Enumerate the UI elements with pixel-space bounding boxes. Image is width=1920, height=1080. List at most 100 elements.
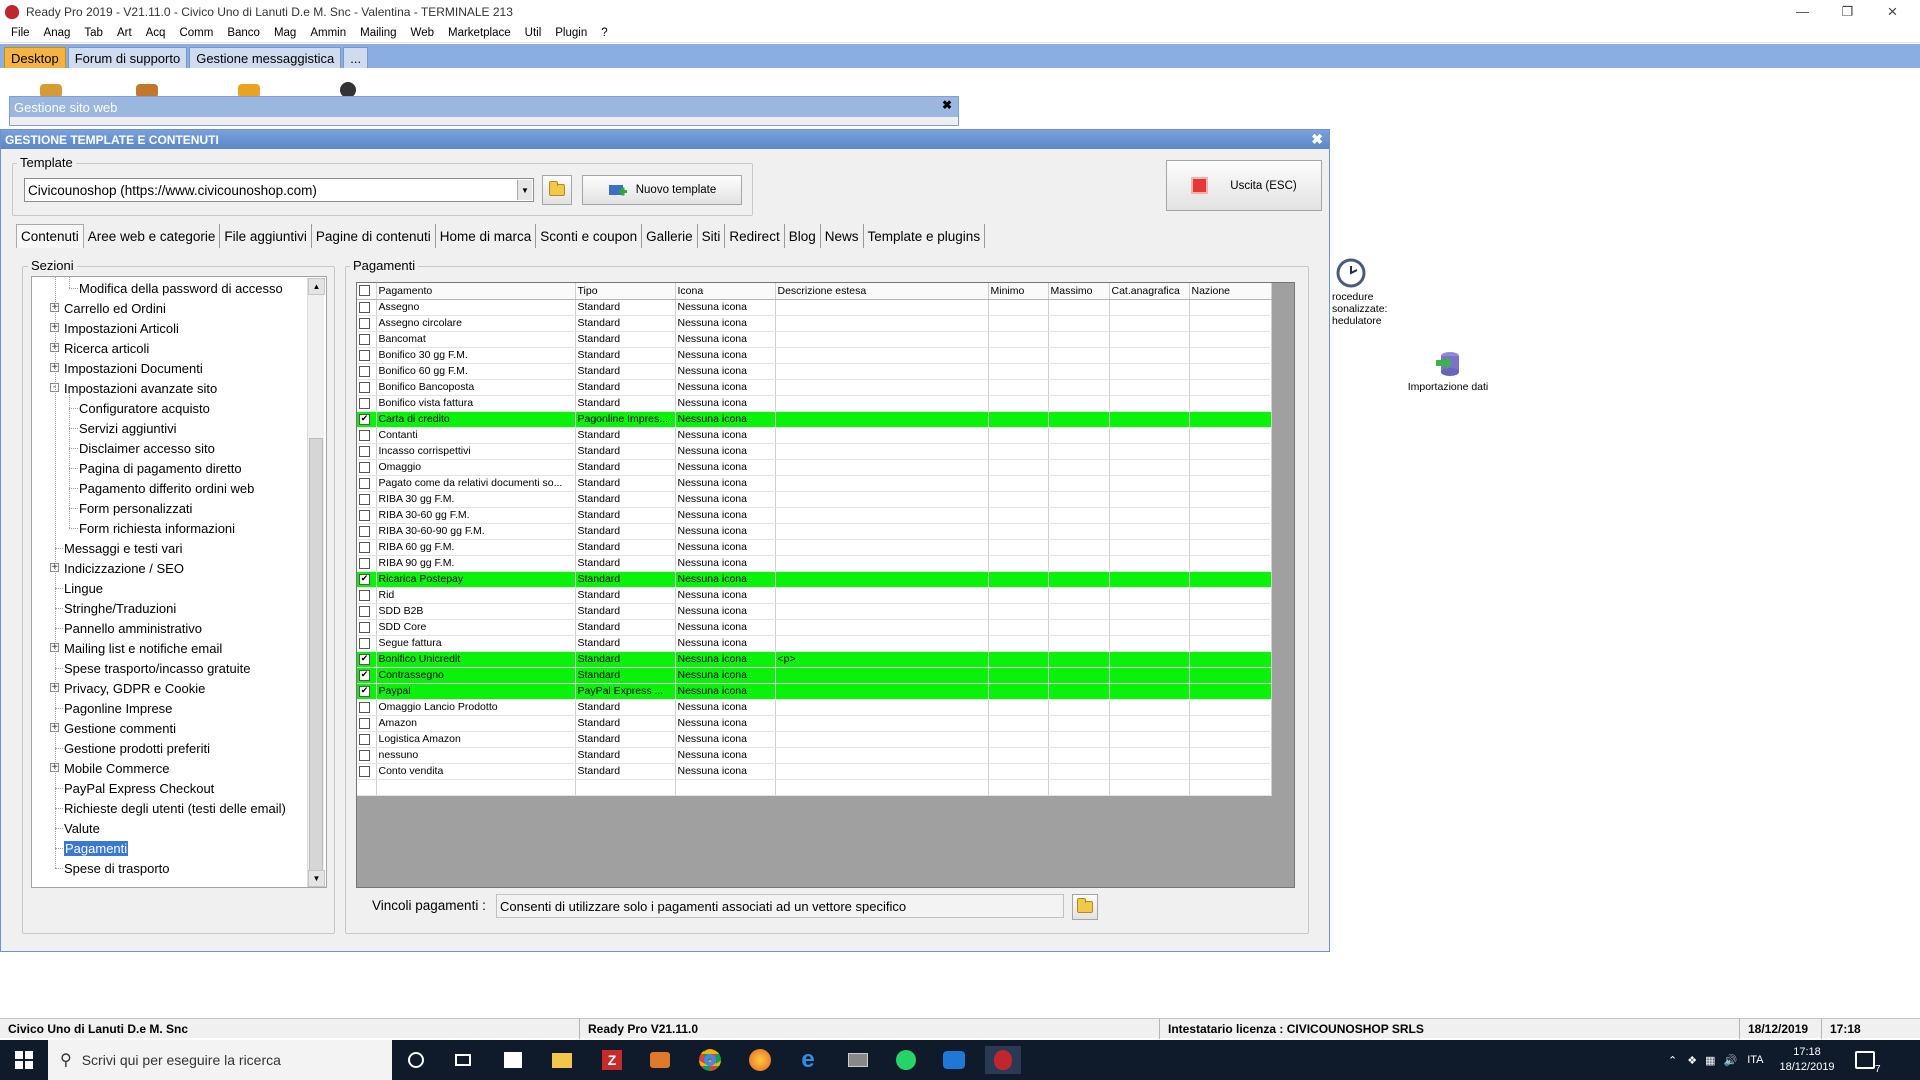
row-checkbox[interactable] [359,701,370,713]
tree-item[interactable]: Pagamento differito ordini web [79,478,254,498]
table-row[interactable]: RIBA 30-60-90 gg F.M. Standard Nessuna ico… [357,523,1272,540]
select-all-checkbox[interactable] [359,285,370,297]
row-checkbox-cell[interactable] [357,619,377,636]
cortana-icon[interactable] [398,1046,434,1074]
table-row[interactable]: SDD Core Standard Nessuna icona [357,619,1272,636]
volume-icon[interactable]: 🔊 [1724,1054,1738,1067]
column-header[interactable]: Icona [675,283,776,300]
column-header[interactable]: Descrizione estesa [775,283,989,300]
edge-icon[interactable]: e [790,1046,826,1074]
menu-item[interactable]: Marketplace [441,27,518,39]
row-checkbox[interactable] [359,541,370,553]
row-checkbox[interactable] [359,381,370,393]
tab-aree-web-e-categorie[interactable]: Aree web e categorie [84,224,221,248]
row-checkbox-cell[interactable] [357,459,377,476]
tree-item[interactable]: Valute [64,818,100,838]
quick-tab[interactable]: Forum di supporto [67,47,188,68]
row-checkbox[interactable] [359,733,370,745]
row-checkbox[interactable] [359,445,370,457]
tree-item[interactable]: Pagonline Imprese [64,698,172,718]
table-row[interactable]: Rid Standard Nessuna icona [357,587,1272,604]
table-row[interactable]: Segue fattura Standard Nessuna icona [357,635,1272,652]
row-checkbox-cell[interactable] [357,507,377,524]
tree-item[interactable]: Servizi aggiuntivi [79,418,177,438]
column-header[interactable]: Tipo [575,283,676,300]
restore-icon[interactable]: ❐ [1825,0,1870,23]
row-checkbox-cell[interactable]: ✔ [357,683,377,700]
column-header[interactable]: Pagamento [376,283,576,300]
table-row[interactable]: Bonifico vista fattura Standard Nessuna ic… [357,395,1272,412]
table-row[interactable]: Incasso corrispettivi Standard Nessuna ico… [357,443,1272,460]
row-checkbox[interactable]: ✔ [359,413,370,425]
chrome-icon[interactable] [692,1046,728,1074]
table-row[interactable]: RIBA 90 gg F.M. Standard Nessuna icona [357,555,1272,572]
table-row[interactable]: Bonifico 60 gg F.M. Standard Nessuna icona [357,363,1272,380]
row-checkbox[interactable] [359,477,370,489]
menu-item[interactable]: Mailing [353,27,403,39]
tab-contenuti[interactable]: Contenuti [16,224,84,248]
new-template-button[interactable]: Nuovo template [582,175,742,205]
tree-item[interactable]: Configuratore acquisto [79,398,210,418]
media-icon[interactable] [642,1046,678,1074]
tree-item[interactable]: Modifica della password di accesso [79,278,283,298]
menu-item[interactable]: File [4,27,37,39]
row-checkbox[interactable] [359,509,370,521]
table-row[interactable]: RIBA 30 gg F.M. Standard Nessuna icona [357,491,1272,508]
open-template-folder-button[interactable] [542,175,572,205]
row-checkbox[interactable] [359,365,370,377]
language-indicator[interactable]: ITA [1747,1054,1763,1066]
row-checkbox-cell[interactable] [357,331,377,348]
tree-item[interactable]: Pagina di pagamento diretto [79,458,242,478]
tree-item[interactable]: Form richiesta informazioni [79,518,235,538]
tab-home-di-marca[interactable]: Home di marca [436,224,537,248]
row-checkbox-cell[interactable] [357,347,377,364]
row-checkbox[interactable] [359,589,370,601]
tree-item[interactable]: PayPal Express Checkout [64,778,214,798]
tree-item[interactable]: Mailing list e notifiche email [64,638,222,658]
tree-item[interactable]: Impostazioni Articoli [64,318,179,338]
mail-icon[interactable] [936,1046,972,1074]
tab-siti[interactable]: Siti [698,224,726,248]
taskbar-clock[interactable]: 17:18 18/12/2019 [1780,1045,1835,1075]
row-checkbox[interactable] [359,525,370,537]
tree-item[interactable]: Pannello amministrativo [64,618,202,638]
tab-blog[interactable]: Blog [785,224,821,248]
menu-item[interactable]: Plugin [548,27,594,39]
menu-item[interactable]: Ammin [303,27,353,39]
task-view-icon[interactable] [445,1046,481,1074]
column-header[interactable]: Minimo [988,283,1049,300]
row-checkbox[interactable] [359,637,370,649]
row-checkbox-cell[interactable] [357,443,377,460]
menu-item[interactable]: ? [594,27,614,39]
readypro-icon[interactable] [985,1046,1021,1074]
table-row[interactable]: Contanti Standard Nessuna icona [357,427,1272,444]
table-row[interactable]: Bonifico Bancoposta Standard Nessuna icona [357,379,1272,396]
notifications-icon[interactable]: 7 [1854,1051,1881,1075]
row-checkbox-cell[interactable] [357,315,377,332]
scroll-up-icon[interactable]: ▲ [308,278,325,295]
row-checkbox-cell[interactable] [357,715,377,732]
row-checkbox-cell[interactable]: ✔ [357,571,377,588]
menu-item[interactable]: Comm [172,27,220,39]
start-button[interactable] [0,1040,48,1080]
menu-item[interactable]: Banco [220,27,267,39]
row-checkbox[interactable]: ✔ [359,573,370,585]
firefox-icon[interactable] [742,1046,778,1074]
store-icon[interactable] [495,1046,531,1074]
row-checkbox[interactable] [359,317,370,329]
taskbar-search[interactable]: ⚲ Scrivi qui per eseguire la ricerca [48,1040,392,1080]
table-row[interactable]: Bonifico 30 gg F.M. Standard Nessuna icona [357,347,1272,364]
close-icon[interactable]: × [1870,0,1915,23]
row-checkbox[interactable] [359,461,370,473]
row-checkbox[interactable] [359,493,370,505]
column-header[interactable]: Cat.anagrafica [1109,283,1190,300]
row-checkbox-cell[interactable] [357,299,377,316]
payment-constraints-field[interactable]: Consenti di utilizzare solo i pagamenti … [496,894,1064,918]
close-icon[interactable]: ✖ [942,98,952,112]
tree-item[interactable]: Impostazioni Documenti [64,358,203,378]
desktop-icon-import[interactable]: Importazione dati [1398,350,1498,393]
tree-item[interactable]: Gestione prodotti preferiti [64,738,210,758]
tree-item[interactable]: Form personalizzati [79,498,192,518]
row-checkbox-cell[interactable] [357,475,377,492]
background-window[interactable]: Gestione sito web ✖ [9,96,959,126]
